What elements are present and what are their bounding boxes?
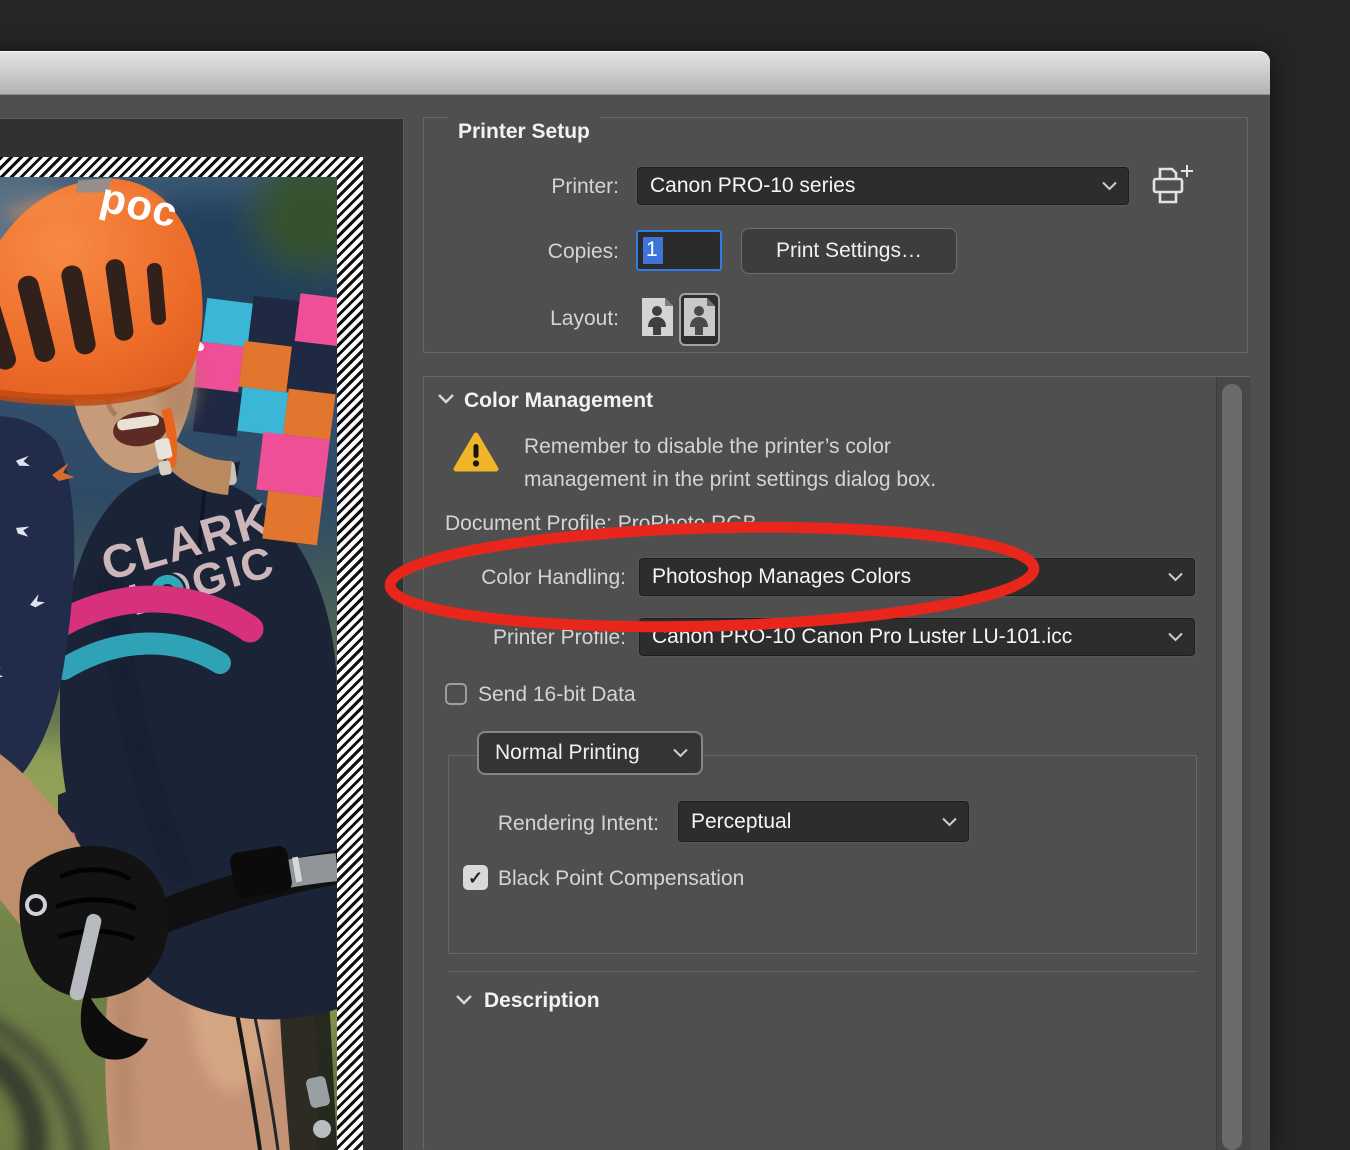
layout-landscape-icon — [683, 297, 716, 337]
chevron-down-icon — [1167, 632, 1184, 643]
warning-text-line1: Remember to disable the printer’s color — [524, 430, 936, 463]
color-handling-value: Photoshop Manages Colors — [652, 565, 911, 589]
printer-profile-select[interactable]: Canon PRO-10 Canon Pro Luster LU-101.icc — [638, 617, 1196, 657]
document-profile-value: ProPhoto RGB — [618, 512, 757, 535]
print-preview-page: CLARK LOGIC — [0, 157, 363, 1150]
scrollbar-thumb[interactable] — [1222, 384, 1242, 1150]
chevron-down-icon — [941, 816, 958, 827]
collapse-chevron-icon[interactable] — [455, 994, 473, 1006]
printer-profile-value: Canon PRO-10 Canon Pro Luster LU-101.icc — [652, 625, 1072, 649]
printer-setup-panel: Printer Setup Printer: Canon PRO-10 seri… — [423, 117, 1248, 353]
warning-text: Remember to disable the printer’s color … — [524, 430, 936, 496]
print-mode-select[interactable]: Normal Printing — [477, 731, 703, 775]
printer-select-value: Canon PRO-10 series — [650, 174, 855, 198]
print-mode-group — [448, 755, 1197, 954]
chevron-down-icon — [1167, 572, 1184, 583]
warning-text-line2: management in the print settings dialog … — [524, 463, 936, 496]
color-handling-label: Color Handling: — [445, 565, 626, 590]
send-16bit-label[interactable]: Send 16-bit Data — [478, 682, 636, 707]
color-management-panel: Color Management Remember to disable the… — [423, 376, 1250, 1150]
black-point-label[interactable]: Black Point Compensation — [498, 866, 744, 891]
description-title[interactable]: Description — [484, 988, 600, 1013]
send-16bit-checkbox[interactable] — [445, 683, 467, 705]
printer-setup-title: Printer Setup — [448, 105, 600, 144]
layout-landscape-button[interactable] — [679, 293, 720, 346]
layout-portrait-icon — [641, 297, 674, 337]
printer-label: Printer: — [444, 174, 619, 199]
copies-value: 1 — [643, 237, 663, 264]
document-profile-label: Document Profile: — [445, 512, 612, 535]
layout-portrait-button[interactable] — [641, 297, 674, 342]
print-mode-value: Normal Printing — [495, 741, 640, 765]
printer-utility-button[interactable] — [1147, 164, 1195, 208]
layout-label: Layout: — [444, 306, 619, 331]
screenshot-root: CLARK LOGIC — [0, 0, 1350, 1150]
rendering-intent-label: Rendering Intent: — [463, 811, 659, 836]
rendering-intent-select[interactable]: Perceptual — [677, 800, 970, 843]
helmet: poc — [0, 177, 203, 406]
color-handling-select[interactable]: Photoshop Manages Colors — [638, 557, 1196, 597]
collapse-chevron-icon[interactable] — [437, 393, 455, 405]
copies-label: Copies: — [444, 239, 619, 264]
document-profile: Document Profile: ProPhoto RGB — [445, 511, 757, 536]
printer-profile-label: Printer Profile: — [445, 625, 626, 650]
copies-input[interactable]: 1 — [636, 230, 722, 271]
printer-select[interactable]: Canon PRO-10 series — [636, 166, 1130, 206]
chevron-down-icon — [1101, 181, 1118, 192]
print-settings-button[interactable]: Print Settings… — [741, 228, 957, 274]
print-preview-photo: CLARK LOGIC — [0, 177, 337, 1150]
printer-icon — [1148, 164, 1194, 208]
chevron-down-icon — [672, 748, 689, 759]
black-point-checkbox[interactable]: ✓ — [463, 865, 488, 890]
section-divider — [448, 971, 1197, 972]
rendering-intent-value: Perceptual — [691, 810, 791, 834]
warning-icon — [453, 431, 499, 473]
checkmark-icon: ✓ — [468, 869, 483, 887]
window-titlebar — [0, 51, 1270, 95]
color-management-title[interactable]: Color Management — [464, 388, 653, 413]
